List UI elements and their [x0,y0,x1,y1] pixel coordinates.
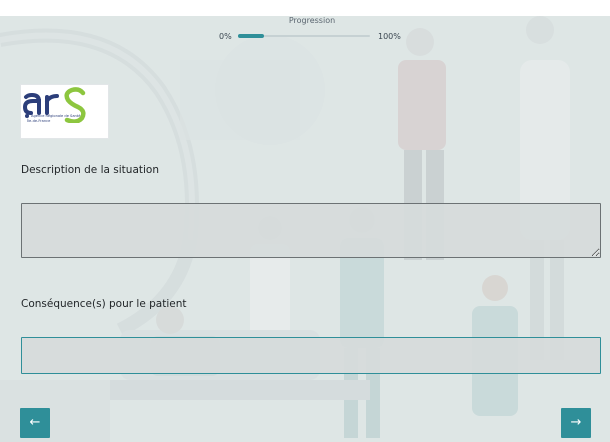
progress-fill [238,34,265,38]
arrow-left-icon: ← [29,415,41,430]
next-button[interactable]: → [561,408,591,438]
description-label: Description de la situation [21,164,159,176]
progress-title: Progression [288,16,336,25]
progress-end-label: 100% [378,32,401,41]
arrow-right-icon: → [570,415,582,430]
consequence-label: Conséquence(s) pour le patient [21,298,187,310]
flag-icon [25,114,29,118]
previous-button[interactable]: ← [20,408,50,438]
logo-subtitle-line1: Agence Régionale de Santé [31,114,81,118]
logo-subtitle-line2: Île-de-France [27,119,51,123]
ars-logo: Agence Régionale de Santé Île-de-France [20,84,109,139]
description-textarea[interactable] [21,203,601,258]
progress-start-label: 0% [219,32,232,41]
progress-bar [238,34,370,38]
consequence-input[interactable] [21,337,601,374]
